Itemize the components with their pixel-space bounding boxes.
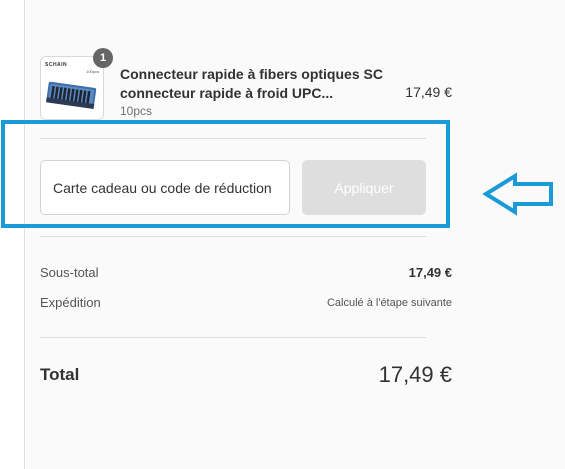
product-name: Connecteur rapide à fibers optiques SC c… bbox=[120, 66, 383, 101]
divider bbox=[40, 236, 426, 237]
product-price: 17,49 € bbox=[405, 84, 452, 100]
checkout-form-edge bbox=[0, 0, 25, 469]
product-thumbnail: SCHAIN 100pcs bbox=[40, 56, 104, 120]
total-label: Total bbox=[40, 365, 80, 384]
shipping-label: Expédition bbox=[40, 295, 101, 310]
highlight-box bbox=[1, 120, 450, 228]
checkout-page: SCHAIN 100pcs 1 Connecteur rapide à fibe… bbox=[0, 0, 565, 469]
product-image bbox=[46, 81, 97, 109]
divider bbox=[40, 337, 426, 338]
quantity-badge: 1 bbox=[93, 48, 113, 68]
product-variant: 10pcs bbox=[120, 104, 153, 118]
subtotal-value: 17,49 € bbox=[408, 265, 452, 280]
total-value: 17,49 € bbox=[378, 362, 452, 387]
left-arrow-icon bbox=[482, 172, 553, 216]
subtotal-label: Sous-total bbox=[40, 265, 99, 280]
shipping-value: Calculé à l'étape suivante bbox=[326, 297, 452, 309]
